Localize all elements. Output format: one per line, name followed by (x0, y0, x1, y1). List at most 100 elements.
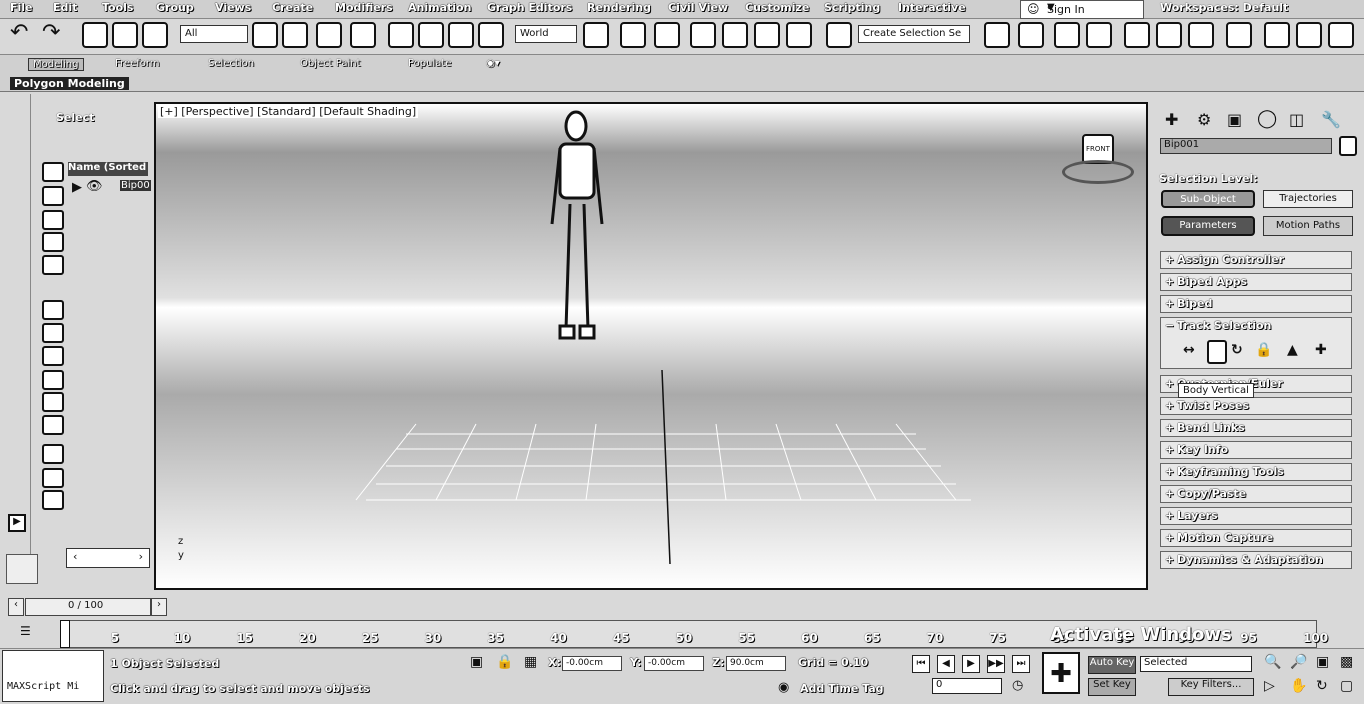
menu-graph-editors[interactable]: Graph Editors (487, 1, 572, 14)
material-editor-icon[interactable] (1226, 22, 1252, 48)
maxscript-listener[interactable]: MAXScript Mi (2, 650, 104, 702)
absolute-mode-icon[interactable]: ▦ (524, 654, 537, 670)
prev-frame-icon[interactable]: ◀ (937, 655, 955, 673)
placement-icon[interactable] (478, 22, 504, 48)
zoom-extents-all-icon[interactable]: ▩ (1340, 654, 1353, 670)
play-viewport-icon[interactable]: ▶ (8, 514, 26, 532)
body-rotation-icon[interactable]: ↻ (1231, 342, 1243, 358)
spinner-snap-icon[interactable] (786, 22, 812, 48)
z-coordinate-field[interactable]: 90.0cm (726, 656, 786, 671)
tab-freeform[interactable]: Freeform (115, 58, 160, 69)
menu-rendering[interactable]: Rendering (587, 1, 651, 14)
tab-modeling[interactable]: Modeling (28, 58, 84, 71)
toggle-scene-explorer-icon[interactable] (1054, 22, 1080, 48)
ribbon-options-icon[interactable]: ◉▾ (486, 58, 500, 69)
track-bar-icon[interactable]: ☰ (20, 624, 31, 638)
render-production-icon[interactable] (1328, 22, 1354, 48)
workspaces-selector[interactable]: Workspaces: Default (1160, 1, 1288, 14)
rollout-track-selection[interactable]: − Track Selection ↔ ↻ 🔒 ▲ ✚ (1160, 317, 1352, 369)
display-hidden-icon[interactable] (42, 415, 64, 435)
maxscript-mini-listener[interactable]: MAXScript Mi (7, 681, 79, 692)
sub-object-button[interactable]: Sub-Object (1161, 190, 1255, 208)
select-rotate-icon[interactable] (418, 22, 444, 48)
set-key-button[interactable]: Set Key (1088, 678, 1136, 696)
select-scale-icon[interactable] (448, 22, 474, 48)
viewcube-compass-ring[interactable] (1062, 160, 1134, 184)
render-setup-icon[interactable] (1264, 22, 1290, 48)
y-coordinate-field[interactable]: -0.00cm (644, 656, 704, 671)
display-helpers-icon[interactable] (42, 255, 64, 275)
tab-object-paint[interactable]: Object Paint (300, 58, 361, 69)
current-frame-field[interactable]: 0 (932, 678, 1002, 694)
goto-start-icon[interactable]: ⏮ (912, 655, 930, 673)
selection-lock-icon[interactable]: 🔒 (496, 654, 513, 670)
zoom-icon[interactable]: 🔍 (1264, 654, 1281, 670)
curve-editor-icon[interactable] (1156, 22, 1182, 48)
menu-customize[interactable]: Customize (745, 1, 809, 14)
display-bones-icon[interactable] (42, 346, 64, 366)
angle-snap-icon[interactable] (722, 22, 748, 48)
zoom-all-icon[interactable]: 🔎 (1290, 654, 1307, 670)
parameters-button[interactable]: Parameters (1161, 216, 1255, 236)
rendered-frame-window-icon[interactable] (1296, 22, 1322, 48)
rollout-twist-poses[interactable]: + Twist Poses (1160, 397, 1352, 415)
menu-create[interactable]: Create (272, 1, 313, 14)
play-icon[interactable]: ▶ (962, 655, 980, 673)
zoom-extents-icon[interactable]: ▣ (1316, 654, 1329, 670)
time-slider-thumb[interactable] (60, 620, 70, 648)
expand-arrow-icon[interactable]: ▶ (72, 180, 82, 195)
menu-civil-view[interactable]: Civil View (668, 1, 728, 14)
rollout-biped-apps[interactable]: + Biped Apps (1160, 273, 1352, 291)
display-lights-icon[interactable] (42, 210, 64, 230)
object-name-field[interactable]: Bip001 (1160, 138, 1332, 154)
display-cameras-icon[interactable] (42, 232, 64, 252)
unlink-icon[interactable] (112, 22, 138, 48)
toggle-ribbon-icon[interactable] (1124, 22, 1150, 48)
x-coordinate-field[interactable]: -0.00cm (562, 656, 622, 671)
rollout-bend-links[interactable]: + Bend Links (1160, 419, 1352, 437)
schematic-view-icon[interactable] (1188, 22, 1214, 48)
motion-paths-button[interactable]: Motion Paths (1263, 216, 1353, 236)
tab-populate[interactable]: Populate (408, 58, 451, 69)
select-manipulate-icon[interactable] (620, 22, 646, 48)
lock-cop-icon[interactable]: 🔒 (1255, 342, 1272, 358)
menu-views[interactable]: Views (215, 1, 251, 14)
rollout-keyframing-tools[interactable]: + Keyframing Tools (1160, 463, 1352, 481)
rect-selection-icon[interactable] (316, 22, 342, 48)
rollout-assign-controller[interactable]: + Assign Controller (1160, 251, 1352, 269)
utilities-tab-icon[interactable]: 🔧 (1321, 110, 1341, 129)
redo-icon[interactable]: ↷ (42, 22, 68, 48)
named-selection-set-dropdown[interactable]: Create Selection Se (858, 25, 970, 43)
maxscript-thumbnail-icon[interactable] (6, 554, 38, 584)
edit-named-selection-icon[interactable] (826, 22, 852, 48)
mirror-icon[interactable] (984, 22, 1010, 48)
perspective-viewport[interactable]: z y (154, 102, 1148, 590)
display-all-icon[interactable] (42, 444, 64, 464)
time-slider-prev[interactable]: ‹ (8, 598, 24, 616)
add-time-tag-button[interactable]: Add Time Tag (800, 682, 884, 695)
snaps-toggle-icon[interactable] (690, 22, 716, 48)
viewcube[interactable]: FRONT (1060, 134, 1134, 184)
isolate-selection-icon[interactable]: ▣ (470, 654, 483, 670)
body-horizontal-icon[interactable]: ↔ (1183, 342, 1195, 358)
display-groups-icon[interactable] (42, 323, 64, 343)
menu-edit[interactable]: Edit (53, 1, 77, 14)
set-key-big-icon[interactable]: ✚ (1042, 652, 1080, 694)
scroll-right-icon[interactable]: › (139, 550, 143, 563)
goto-end-icon[interactable]: ⏭ (1012, 655, 1030, 673)
auto-key-button[interactable]: Auto Key (1088, 656, 1136, 674)
modify-tab-icon[interactable]: ⚙ (1197, 110, 1211, 129)
pivot-center-icon[interactable] (583, 22, 609, 48)
next-frame-icon[interactable]: ▶▶ (987, 655, 1005, 673)
keyboard-shortcut-icon[interactable] (654, 22, 680, 48)
menu-interactive[interactable]: Interactive (898, 1, 966, 14)
rollout-biped[interactable]: + Biped (1160, 295, 1352, 313)
create-tab-icon[interactable]: ✚ (1165, 110, 1178, 129)
align-icon[interactable] (1018, 22, 1044, 48)
display-frozen-icon[interactable] (42, 392, 64, 412)
percent-snap-icon[interactable] (754, 22, 780, 48)
display-geometry-icon[interactable] (42, 162, 64, 182)
key-filters-button[interactable]: Key Filters... (1168, 678, 1254, 696)
scroll-left-icon[interactable]: ‹ (73, 550, 77, 563)
menu-group[interactable]: Group (156, 1, 194, 14)
